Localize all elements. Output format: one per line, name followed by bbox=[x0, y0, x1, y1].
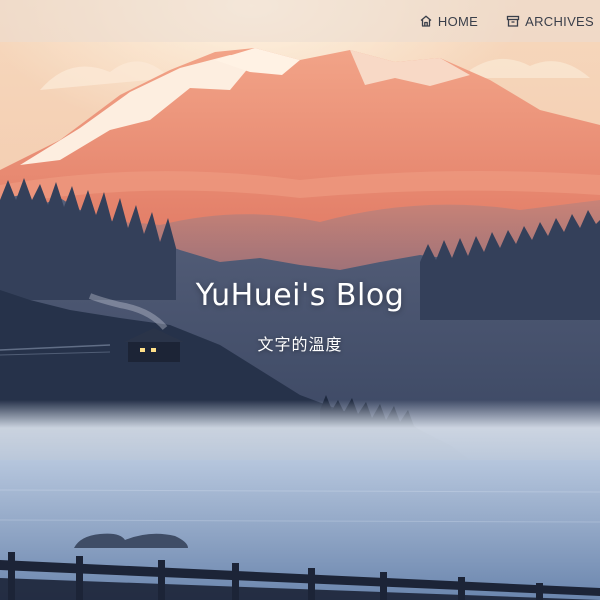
archive-icon bbox=[506, 14, 520, 28]
site-title[interactable]: YuHuei's Blog bbox=[0, 278, 600, 313]
top-navbar: HOME ARCHIVES bbox=[0, 0, 600, 42]
nav-archives-label: ARCHIVES bbox=[525, 13, 594, 29]
nav-home-label: HOME bbox=[437, 13, 479, 29]
site-info: YuHuei's Blog 文字的溫度 bbox=[0, 278, 600, 355]
site-subtitle: 文字的溫度 bbox=[257, 337, 343, 354]
home-icon bbox=[419, 14, 433, 28]
nav-archives-link[interactable]: ARCHIVES bbox=[506, 14, 594, 29]
nav-home-link[interactable]: HOME bbox=[419, 14, 478, 29]
